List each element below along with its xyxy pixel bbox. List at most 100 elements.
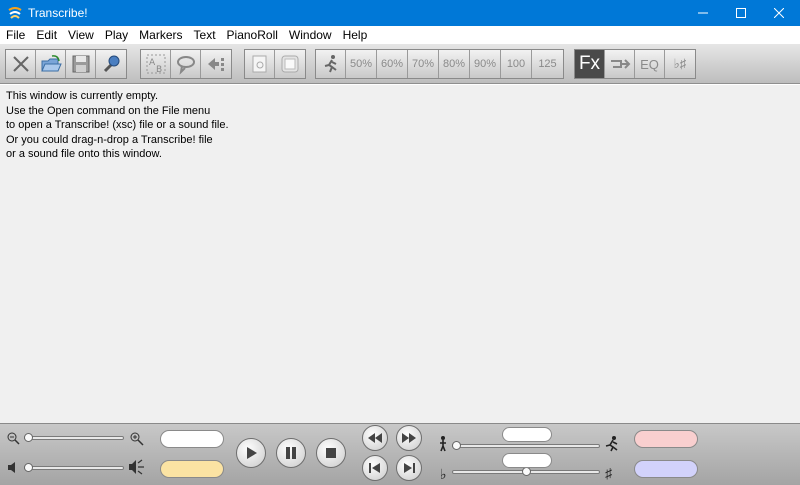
- speed-slider-track[interactable]: [452, 444, 600, 448]
- zoom-page-button[interactable]: [245, 50, 275, 78]
- pitch-display[interactable]: [502, 453, 552, 468]
- routing-arrow-icon: [610, 59, 630, 69]
- microphone-icon: [103, 55, 120, 73]
- go-to-start-button[interactable]: [362, 455, 388, 481]
- loop-display[interactable]: [160, 460, 224, 478]
- skip-end-icon: [404, 463, 415, 473]
- effects-tool-group: Fx EQ ♭♯: [574, 49, 696, 79]
- pause-button[interactable]: [276, 438, 306, 468]
- title-bar: Transcribe!: [0, 0, 800, 26]
- marker-display-lavender[interactable]: [634, 460, 698, 478]
- app-icon: [8, 7, 22, 19]
- speed-80-button[interactable]: 80%: [439, 50, 470, 78]
- speed-display[interactable]: [502, 427, 552, 442]
- stop-button[interactable]: [316, 438, 346, 468]
- play-icon: [247, 447, 257, 459]
- volume-slider-knob[interactable]: [24, 463, 33, 472]
- text-tool-group: AB: [140, 49, 232, 79]
- speed-70-button[interactable]: 70%: [408, 50, 439, 78]
- speed-100-button[interactable]: 100: [501, 50, 532, 78]
- marker-display-pink[interactable]: [634, 430, 698, 448]
- skip-start-icon: [369, 463, 380, 473]
- stop-icon: [326, 448, 336, 458]
- loop-icon: [176, 56, 195, 75]
- menu-file[interactable]: File: [0, 26, 30, 44]
- speed-90-button[interactable]: 90%: [470, 50, 501, 78]
- menu-markers[interactable]: Markers: [133, 26, 187, 44]
- maximize-icon: [736, 8, 746, 18]
- routing-button[interactable]: [605, 50, 635, 78]
- toolbar: AB 50% 60% 70% 80% 90% 100 125 Fx EQ ♭♯: [0, 44, 800, 84]
- menu-text[interactable]: Text: [188, 26, 221, 44]
- fit-window-button[interactable]: [275, 50, 305, 78]
- empty-message-line: Or you could drag-n-drop a Transcribe! f…: [6, 133, 213, 146]
- pause-icon: [286, 447, 296, 459]
- empty-message-line: This window is currently empty.: [6, 90, 159, 102]
- floppy-disk-icon: [72, 55, 89, 73]
- fast-forward-icon: [402, 433, 416, 443]
- text-ab-icon: AB: [146, 54, 165, 75]
- menu-edit[interactable]: Edit: [30, 26, 62, 44]
- speed-60-button[interactable]: 60%: [377, 50, 408, 78]
- eq-button[interactable]: EQ: [635, 50, 665, 78]
- save-file-button[interactable]: [66, 50, 96, 78]
- run-speed-button[interactable]: [316, 50, 346, 78]
- fast-forward-button[interactable]: [396, 425, 422, 451]
- zoom-slider-track[interactable]: [24, 436, 124, 440]
- empty-message-line: Use the Open command on the File menu: [6, 104, 211, 117]
- zoom-in-icon[interactable]: [130, 432, 144, 446]
- speed-slider-knob[interactable]: [452, 441, 461, 450]
- sharp-icon[interactable]: ♯: [605, 465, 612, 481]
- speed-125-button[interactable]: 125: [532, 50, 563, 78]
- fx-button[interactable]: Fx: [575, 50, 605, 78]
- zoom-out-icon[interactable]: [7, 432, 20, 445]
- minimize-button[interactable]: [684, 0, 722, 26]
- open-file-button[interactable]: [36, 50, 66, 78]
- accidentals-button[interactable]: ♭♯: [665, 50, 695, 78]
- rewind-button[interactable]: [362, 425, 388, 451]
- transport-bar: ♭ ♯: [0, 423, 800, 485]
- microphone-button[interactable]: [96, 50, 126, 78]
- window-title: Transcribe!: [28, 6, 88, 20]
- svg-text:B: B: [156, 65, 162, 75]
- text-ab-button[interactable]: AB: [141, 50, 171, 78]
- zoom-tool-group: [244, 49, 306, 79]
- volume-low-icon[interactable]: [7, 461, 20, 474]
- back-mark-button[interactable]: [201, 50, 231, 78]
- svg-text:A: A: [149, 58, 156, 68]
- volume-slider-track[interactable]: [24, 466, 124, 470]
- close-icon: [774, 8, 784, 18]
- loop-button[interactable]: [171, 50, 201, 78]
- arrow-left-bars-icon: [208, 58, 224, 71]
- empty-message-line: to open a Transcribe! (xsc) file or a so…: [6, 119, 229, 131]
- zoom-page-icon: [252, 55, 266, 73]
- menu-play[interactable]: Play: [99, 26, 133, 44]
- menu-help[interactable]: Help: [337, 26, 373, 44]
- minimize-icon: [698, 12, 708, 14]
- go-to-end-button[interactable]: [396, 455, 422, 481]
- maximize-button[interactable]: [722, 0, 760, 26]
- zoom-slider-knob[interactable]: [24, 433, 33, 442]
- close-file-icon: [12, 56, 29, 72]
- position-display[interactable]: [160, 430, 224, 448]
- menu-view[interactable]: View: [62, 26, 99, 44]
- volume-high-icon[interactable]: [128, 459, 146, 475]
- speed-50-button[interactable]: 50%: [346, 50, 377, 78]
- rewind-icon: [368, 433, 382, 443]
- open-folder-icon: [40, 55, 62, 72]
- empty-window-area[interactable]: This window is currently empty. Use the …: [0, 85, 800, 423]
- menu-pianoroll[interactable]: PianoRoll: [221, 26, 283, 44]
- running-man-icon[interactable]: [604, 436, 620, 452]
- close-button[interactable]: [760, 0, 798, 26]
- play-button[interactable]: [236, 438, 266, 468]
- menu-bar: File Edit View Play Markers Text PianoRo…: [0, 26, 800, 44]
- fit-window-icon: [281, 55, 299, 73]
- menu-window[interactable]: Window: [283, 26, 337, 44]
- close-file-button[interactable]: [6, 50, 36, 78]
- pitch-slider-knob[interactable]: [522, 467, 531, 476]
- walking-man-icon[interactable]: [438, 436, 448, 452]
- speed-tool-group: 50% 60% 70% 80% 90% 100 125: [315, 49, 564, 79]
- file-tool-group: [5, 49, 127, 79]
- flat-icon[interactable]: ♭: [440, 466, 447, 483]
- empty-message-line: or a sound file onto this window.: [6, 148, 162, 160]
